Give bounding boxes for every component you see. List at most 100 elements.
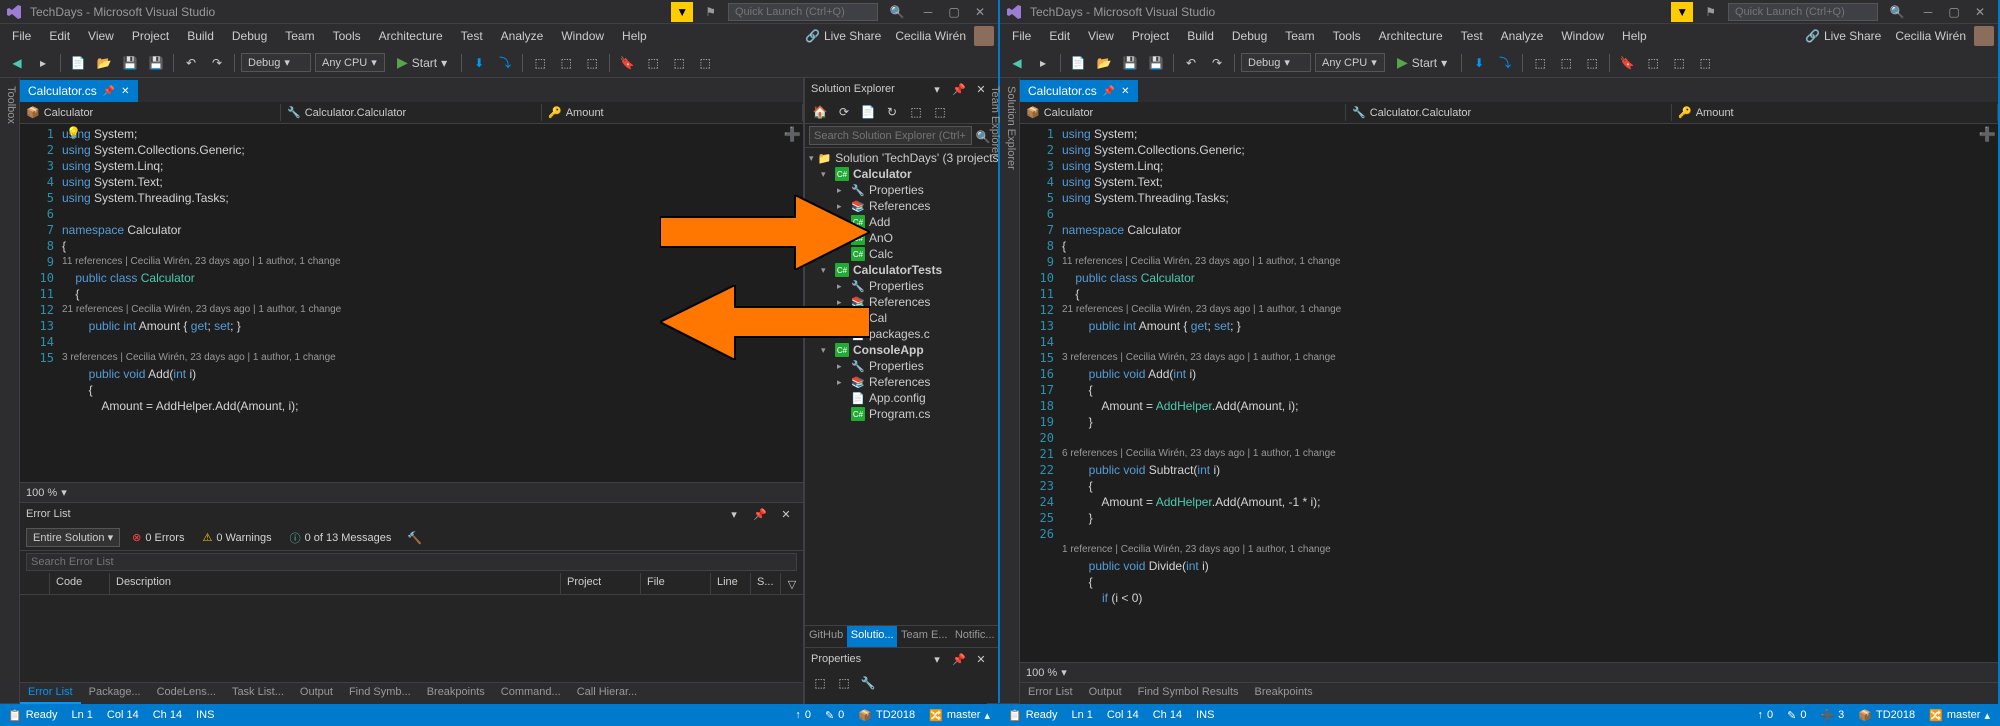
sol-icon[interactable]: ⬚ xyxy=(929,101,951,123)
status-pencil[interactable]: ✎ 0 xyxy=(825,709,844,722)
quick-launch-input[interactable] xyxy=(728,3,878,21)
menu-window[interactable]: Window xyxy=(1553,27,1612,45)
minimize-button[interactable]: ─ xyxy=(916,2,940,22)
pin-icon[interactable]: 📌 xyxy=(749,503,771,525)
sidetab-sql[interactable]: SQL Server Object Explorer xyxy=(0,78,3,704)
close-icon[interactable]: ✕ xyxy=(121,86,129,97)
panel-menu-icon[interactable]: ▾ xyxy=(723,503,745,525)
tb-icon-3[interactable]: ⬚ xyxy=(581,52,603,74)
col-icon[interactable] xyxy=(20,573,50,594)
prop-icon[interactable]: ⬚ xyxy=(809,672,831,694)
btab-findsymbol[interactable]: Find Symbol Results xyxy=(1130,683,1247,704)
btab-codelens[interactable]: CodeLens... xyxy=(149,683,224,704)
menu-team[interactable]: Team xyxy=(1277,27,1322,45)
tb-icon[interactable]: ⬚ xyxy=(1694,52,1716,74)
tb-icon-6[interactable]: ⬚ xyxy=(694,52,716,74)
tb-icon[interactable]: ⬚ xyxy=(1555,52,1577,74)
sbt-solution[interactable]: Solutio... xyxy=(847,626,897,647)
sol-icon[interactable]: ⟳ xyxy=(833,101,855,123)
btab-package[interactable]: Package... xyxy=(81,683,149,704)
sbt-github[interactable]: GitHub xyxy=(805,626,847,647)
save-icon[interactable]: 💾 xyxy=(119,52,141,74)
save-all-icon[interactable]: 💾 xyxy=(145,52,167,74)
menu-edit[interactable]: Edit xyxy=(41,27,78,45)
maximize-button[interactable]: ▢ xyxy=(1942,2,1966,22)
bookmark-icon[interactable]: 🔖 xyxy=(616,52,638,74)
nav-class[interactable]: 🔧 Calculator.Calculator xyxy=(1346,104,1672,121)
status-up[interactable]: ↑ 0 xyxy=(795,709,811,721)
quick-launch-input[interactable] xyxy=(1728,3,1878,21)
redo-icon[interactable]: ↷ xyxy=(1206,52,1228,74)
menu-architecture[interactable]: Architecture xyxy=(371,27,451,45)
redo-icon[interactable]: ↷ xyxy=(206,52,228,74)
status-branch[interactable]: 🔀 master ▴ xyxy=(929,709,990,722)
btab-output[interactable]: Output xyxy=(292,683,341,704)
tb-icon[interactable]: ⬚ xyxy=(1668,52,1690,74)
search-icon[interactable]: 🔍 xyxy=(1886,1,1908,23)
menu-help[interactable]: Help xyxy=(1614,27,1655,45)
config-dropdown[interactable]: Debug ▾ xyxy=(241,53,311,72)
nav-project[interactable]: 📦 Calculator xyxy=(1020,104,1346,121)
nav-member[interactable]: 🔑 Amount xyxy=(542,104,803,121)
tb-icon-5[interactable]: ⬚ xyxy=(668,52,690,74)
liveshare-button[interactable]: 🔗 Live Share xyxy=(1799,29,1887,43)
start-button[interactable]: ▶Start ▾ xyxy=(389,52,455,73)
status-up[interactable]: ↑ 0 xyxy=(1758,709,1774,721)
step-over-icon[interactable]: ⤵ xyxy=(1494,52,1516,74)
close-button[interactable]: ✕ xyxy=(1968,2,1992,22)
maximize-button[interactable]: ▢ xyxy=(942,2,966,22)
col-desc[interactable]: Description xyxy=(110,573,561,594)
menu-window[interactable]: Window xyxy=(553,27,612,45)
menu-analyze[interactable]: Analyze xyxy=(493,27,552,45)
menu-project[interactable]: Project xyxy=(1124,27,1177,45)
col-project[interactable]: Project xyxy=(561,573,641,594)
refresh-icon[interactable]: ↻ xyxy=(881,101,903,123)
zoom-control[interactable]: 100 % ▾ xyxy=(1020,662,1998,682)
open-icon[interactable]: 📂 xyxy=(93,52,115,74)
warnings-filter[interactable]: ⚠0 Warnings xyxy=(196,529,277,546)
status-pencil[interactable]: ✎ 0 xyxy=(1787,709,1806,722)
btab-command[interactable]: Command... xyxy=(493,683,569,704)
close-icon[interactable]: ✕ xyxy=(775,503,797,525)
step-into-icon[interactable]: ⬇ xyxy=(468,52,490,74)
config-dropdown[interactable]: Debug ▾ xyxy=(1241,53,1311,72)
prop-icon[interactable]: ⬚ xyxy=(833,672,855,694)
status-repo[interactable]: 📦 TD2018 xyxy=(858,709,915,722)
col-file[interactable]: File xyxy=(641,573,711,594)
menu-test[interactable]: Test xyxy=(1453,27,1491,45)
status-branch[interactable]: 🔀 master ▴ xyxy=(1929,709,1990,722)
editor-tab-calculator[interactable]: Calculator.cs 📌 ✕ xyxy=(20,80,138,102)
liveshare-button[interactable]: 🔗 Live Share xyxy=(799,29,887,43)
menu-file[interactable]: File xyxy=(1004,27,1039,45)
save-icon[interactable]: 💾 xyxy=(1119,52,1141,74)
platform-dropdown[interactable]: Any CPU ▾ xyxy=(315,53,385,72)
menu-help[interactable]: Help xyxy=(614,27,655,45)
sol-search-input[interactable] xyxy=(809,126,972,145)
scope-dropdown[interactable]: Entire Solution ▾ xyxy=(26,528,120,547)
back-button[interactable]: ◀ xyxy=(1006,52,1028,74)
avatar[interactable] xyxy=(974,26,994,46)
back-button[interactable]: ◀ xyxy=(6,52,28,74)
user-name[interactable]: Cecilia Wirén xyxy=(889,29,972,43)
btab-task[interactable]: Task List... xyxy=(224,683,292,704)
col-sup[interactable]: S... xyxy=(751,573,781,594)
zoom-control[interactable]: 100 % ▾ xyxy=(20,482,803,502)
sidetab-solution[interactable]: Solution Explorer xyxy=(1003,78,1019,704)
filter-icon[interactable]: ▽ xyxy=(781,573,803,595)
menu-team[interactable]: Team xyxy=(277,27,322,45)
col-line[interactable]: Line xyxy=(711,573,751,594)
new-project-icon[interactable]: 📄 xyxy=(1067,52,1089,74)
lightbulb-icon[interactable]: 💡 xyxy=(66,126,81,140)
tb-icon[interactable]: ⬚ xyxy=(1642,52,1664,74)
menu-tools[interactable]: Tools xyxy=(1325,27,1369,45)
sol-icon[interactable]: 📄 xyxy=(857,101,879,123)
notification-icon[interactable]: ▼ xyxy=(1671,2,1693,22)
btab-errorlist[interactable]: Error List xyxy=(20,683,81,704)
tb-icon[interactable]: ⬚ xyxy=(1529,52,1551,74)
search-icon[interactable]: 🔍 xyxy=(886,1,908,23)
errors-filter[interactable]: ⊗0 Errors xyxy=(126,529,190,546)
sidetab-team[interactable]: Team Explorer xyxy=(987,78,1003,704)
nav-member[interactable]: 🔑 Amount xyxy=(1672,104,1998,121)
notification-icon[interactable]: ▼ xyxy=(671,2,693,22)
editor-tab-calculator[interactable]: Calculator.cs 📌 ✕ xyxy=(1020,80,1138,102)
